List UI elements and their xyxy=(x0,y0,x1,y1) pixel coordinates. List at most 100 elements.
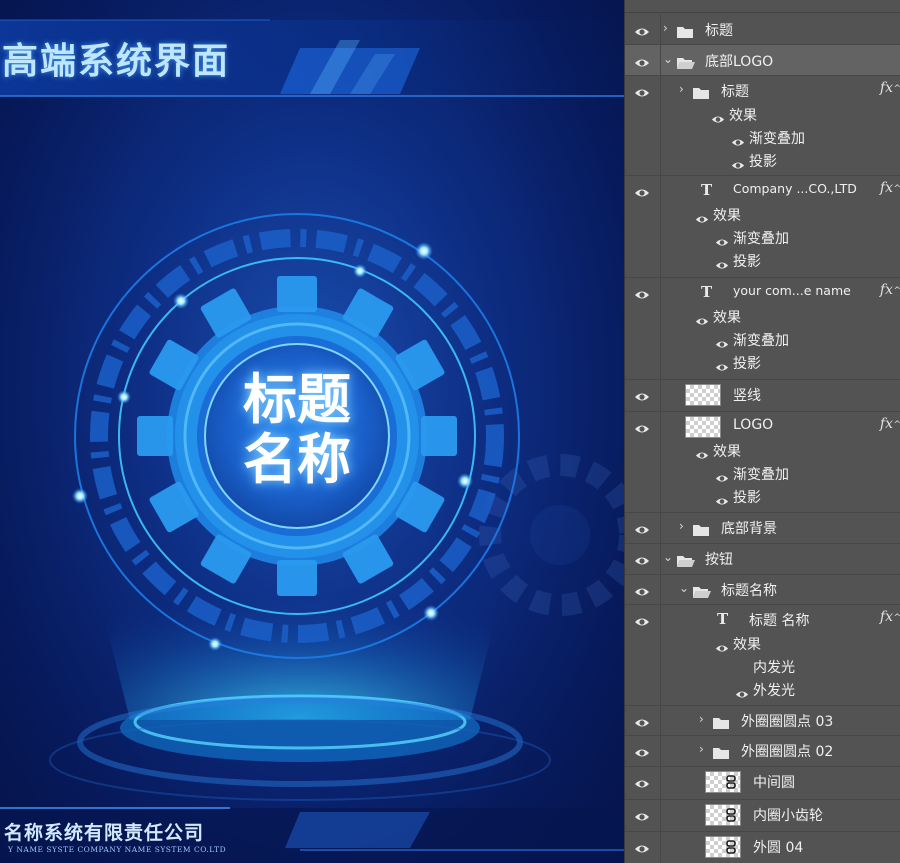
eye-icon[interactable] xyxy=(731,156,745,169)
fx-icon[interactable]: fx xyxy=(880,416,893,432)
layer-name[interactable]: 竖线 xyxy=(733,385,761,405)
effect-item[interactable]: 渐变叠加 xyxy=(733,228,789,248)
eye-column-divider xyxy=(660,705,661,735)
layer-row[interactable]: 竖线 xyxy=(625,379,900,412)
chevron-right-icon[interactable]: › xyxy=(699,712,704,726)
layer-row[interactable]: › 外圈圈圆点 03 xyxy=(625,705,900,736)
effect-item[interactable]: 外发光 xyxy=(753,680,795,700)
effect-item[interactable]: 投影 xyxy=(733,487,761,507)
eye-icon[interactable] xyxy=(715,492,729,505)
eye-icon[interactable] xyxy=(715,639,729,652)
effect-item[interactable]: 渐变叠加 xyxy=(733,330,789,350)
eye-column-divider xyxy=(660,799,661,831)
eye-icon[interactable] xyxy=(634,54,650,70)
gear-title-line1: 标题 xyxy=(243,368,351,431)
effect-item[interactable]: 内发光 xyxy=(753,657,795,677)
eye-icon[interactable] xyxy=(634,184,650,200)
eye-icon[interactable] xyxy=(634,744,650,760)
eye-icon[interactable] xyxy=(634,521,650,537)
eye-icon[interactable] xyxy=(634,84,650,100)
layer-name[interactable]: 标题名称 xyxy=(721,580,777,600)
layer-name[interactable]: 底部LOGO xyxy=(705,51,773,71)
layer-name[interactable]: 外圈圈圆点 02 xyxy=(741,741,833,761)
layer-row[interactable]: T Company ...CO.,LTD fx^ 效果渐变叠加投影 xyxy=(625,175,900,278)
fx-icon[interactable]: fx xyxy=(880,80,893,96)
layer-name[interactable]: 按钮 xyxy=(705,549,733,569)
layer-name[interactable]: your com...e name xyxy=(733,283,851,298)
effect-item[interactable]: 投影 xyxy=(733,353,761,373)
effect-item[interactable]: 渐变叠加 xyxy=(733,464,789,484)
layer-row[interactable]: LOGO fx^ 效果渐变叠加投影 xyxy=(625,411,900,513)
layer-name[interactable]: 内圈小齿轮 xyxy=(753,805,823,825)
eye-column-divider xyxy=(660,735,661,766)
eye-icon[interactable] xyxy=(715,233,729,246)
chevron-down-icon[interactable]: ⌄ xyxy=(663,550,673,564)
layer-name[interactable]: 标题 xyxy=(705,20,733,40)
eye-icon[interactable] xyxy=(634,552,650,568)
eye-icon[interactable] xyxy=(634,583,650,599)
layer-thumbnail xyxy=(685,416,721,438)
layer-row[interactable]: › 标题 xyxy=(625,14,900,45)
layer-name[interactable]: Company ...CO.,LTD xyxy=(733,181,857,196)
fx-collapse-caret-icon[interactable]: ^ xyxy=(893,613,900,623)
eye-icon[interactable] xyxy=(634,286,650,302)
chevron-right-icon[interactable]: › xyxy=(663,21,668,35)
layer-name[interactable]: 中间圆 xyxy=(753,772,795,792)
eye-icon[interactable] xyxy=(735,685,749,698)
text-layer-icon: T xyxy=(701,283,713,301)
eye-icon[interactable] xyxy=(695,210,709,223)
eye-icon[interactable] xyxy=(695,312,709,325)
layer-name[interactable]: 外圆 04 xyxy=(753,837,803,857)
layer-row[interactable]: ⌄ 标题名称 xyxy=(625,574,900,605)
effect-item[interactable]: 投影 xyxy=(749,151,777,171)
fx-collapse-caret-icon[interactable]: ^ xyxy=(893,184,900,194)
eye-icon[interactable] xyxy=(634,613,650,629)
eye-icon[interactable] xyxy=(711,110,725,123)
eye-icon[interactable] xyxy=(715,358,729,371)
eye-icon[interactable] xyxy=(634,775,650,791)
eye-column-divider xyxy=(660,574,661,604)
chevron-down-icon[interactable]: ⌄ xyxy=(663,52,673,66)
chevron-right-icon[interactable]: › xyxy=(679,82,684,96)
layer-row[interactable]: › 标题 fx^ 效果渐变叠加投影 xyxy=(625,75,900,176)
fx-collapse-caret-icon[interactable]: ^ xyxy=(893,84,900,94)
chevron-right-icon[interactable]: › xyxy=(699,742,704,756)
layer-name[interactable]: 底部背景 xyxy=(721,518,777,538)
chevron-right-icon[interactable]: › xyxy=(679,519,684,533)
eye-icon[interactable] xyxy=(634,714,650,730)
fx-icon[interactable]: fx xyxy=(880,282,893,298)
layer-row[interactable]: Tyour com...e name fx^ 效果渐变叠加投影 xyxy=(625,277,900,380)
fx-collapse-caret-icon[interactable]: ^ xyxy=(893,420,900,430)
eye-icon[interactable] xyxy=(715,335,729,348)
chevron-down-icon[interactable]: ⌄ xyxy=(679,581,689,595)
effect-item[interactable]: 渐变叠加 xyxy=(749,128,805,148)
eye-icon[interactable] xyxy=(695,446,709,459)
folder-icon xyxy=(693,84,709,99)
layer-row[interactable]: ⌄ 按钮 xyxy=(625,543,900,575)
layer-row[interactable]: 外圆 04 xyxy=(625,831,900,863)
layer-row[interactable]: T 标题 名称 fx^ 效果内发光外发光 xyxy=(625,604,900,706)
eye-icon[interactable] xyxy=(634,808,650,824)
layer-row[interactable]: 中间圆 xyxy=(625,766,900,800)
layer-row[interactable]: › 外圈圈圆点 02 xyxy=(625,735,900,767)
effect-item[interactable]: 投影 xyxy=(733,251,761,271)
eye-icon[interactable] xyxy=(634,23,650,39)
eye-icon[interactable] xyxy=(634,420,650,436)
layer-name[interactable]: 标题 名称 xyxy=(749,610,809,630)
eye-icon[interactable] xyxy=(634,840,650,856)
layer-name[interactable]: LOGO xyxy=(733,417,773,433)
eye-icon[interactable] xyxy=(731,133,745,146)
layer-row[interactable]: ⌄ 底部LOGO xyxy=(625,45,900,76)
eye-icon[interactable] xyxy=(715,256,729,269)
layer-name[interactable]: 外圈圈圆点 03 xyxy=(741,711,833,731)
fx-icon[interactable]: fx xyxy=(880,180,893,196)
eye-icon[interactable] xyxy=(715,469,729,482)
gear-title-line2: 名称 xyxy=(243,428,351,491)
layer-row[interactable]: 内圈小齿轮 xyxy=(625,799,900,832)
eye-column-divider xyxy=(660,512,661,543)
fx-collapse-caret-icon[interactable]: ^ xyxy=(893,286,900,296)
layer-name[interactable]: 标题 xyxy=(721,81,749,101)
layer-row[interactable]: › 底部背景 xyxy=(625,512,900,544)
fx-icon[interactable]: fx xyxy=(880,609,893,625)
eye-icon[interactable] xyxy=(634,388,650,404)
